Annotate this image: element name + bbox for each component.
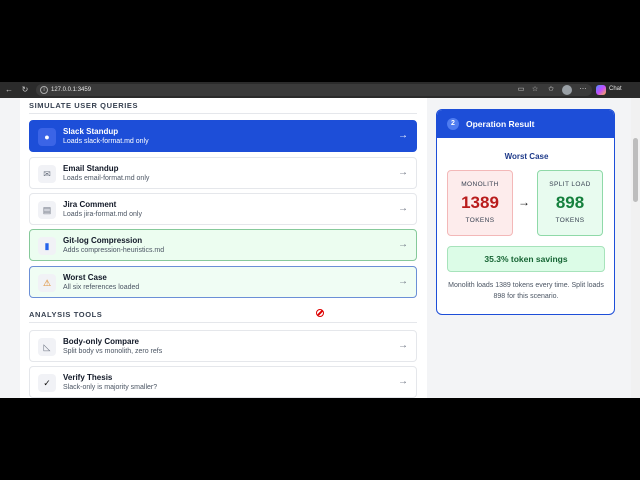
- result-header: 2 Operation Result: [437, 110, 614, 138]
- site-info-icon[interactable]: i: [40, 86, 48, 94]
- chat-bubble-icon: ●: [38, 128, 56, 146]
- query-email-standup[interactable]: ✉ Email Standup Loads email-format.md on…: [29, 157, 417, 189]
- operation-result-card: 2 Operation Result Worst Case MONOLITH 1…: [436, 109, 615, 315]
- item-title: Worst Case: [63, 273, 107, 282]
- url-text: 127.0.0.1:3459: [51, 87, 92, 93]
- profile-avatar[interactable]: [562, 85, 572, 95]
- warning-icon: ⚠: [38, 274, 56, 292]
- clipboard-icon: ▤: [38, 201, 56, 219]
- item-subtitle: Loads jira-format.md only: [63, 211, 142, 218]
- item-subtitle: Slack-only is majority smaller?: [63, 384, 158, 391]
- query-slack-standup[interactable]: ● Slack Standup Loads slack-format.md on…: [29, 120, 417, 152]
- result-note: Monolith loads 1389 tokens every time. S…: [448, 282, 604, 300]
- item-subtitle: Split body vs monolith, zero refs: [63, 348, 163, 355]
- more-menu-icon[interactable]: ⋯: [578, 85, 588, 95]
- query-git-log-compression[interactable]: ▮ Git-log Compression Adds compression-h…: [29, 229, 417, 261]
- arrow-right-icon: →: [518, 195, 530, 209]
- item-title: Jira Comment: [63, 200, 117, 209]
- monolith-label: MONOLITH: [461, 181, 499, 188]
- tool-verify-thesis[interactable]: ✓ Verify Thesis Slack-only is majority s…: [29, 366, 417, 398]
- simulate-heading: SIMULATE USER QUERIES: [29, 101, 139, 110]
- arrow-right-icon: →: [398, 130, 408, 141]
- item-title: Git-log Compression: [63, 236, 143, 245]
- monolith-value: 1389: [461, 193, 499, 212]
- savings-badge: 35.3% token savings: [447, 246, 605, 272]
- item-title: Verify Thesis: [63, 373, 113, 382]
- arrow-right-icon: →: [398, 239, 408, 250]
- arrow-right-icon: →: [398, 340, 408, 351]
- browser-toolbar: ← ↻ i 127.0.0.1:3459 ▭ ☆ ✩ ⋯ Chat: [0, 82, 640, 98]
- analysis-heading: ANALYSIS TOOLS: [29, 310, 103, 319]
- checkmark-icon: ✓: [38, 374, 56, 392]
- reader-mode-icon[interactable]: ▭: [516, 85, 526, 95]
- back-icon[interactable]: ←: [4, 85, 14, 95]
- split-value: 898: [555, 193, 585, 212]
- arrow-right-icon: →: [398, 276, 408, 287]
- item-title: Slack Standup: [63, 127, 119, 136]
- item-subtitle: Loads email-format.md only: [63, 175, 150, 182]
- result-title: Operation Result: [466, 119, 535, 129]
- envelope-icon: ✉: [38, 165, 56, 183]
- address-bar[interactable]: i 127.0.0.1:3459: [36, 84, 592, 96]
- ruler-icon: ◺: [38, 338, 56, 356]
- item-subtitle: Adds compression-heuristics.md: [63, 247, 165, 254]
- arrow-right-icon: →: [398, 203, 408, 214]
- arrow-right-icon: →: [398, 167, 408, 178]
- item-title: Body-only Compare: [63, 337, 140, 346]
- page-scrollbar[interactable]: [631, 98, 640, 398]
- monolith-box: MONOLITH 1389 TOKENS: [447, 170, 513, 236]
- item-title: Email Standup: [63, 164, 119, 173]
- scrollbar-thumb[interactable]: [633, 138, 638, 202]
- tool-body-only-compare[interactable]: ◺ Body-only Compare Split body vs monoli…: [29, 330, 417, 362]
- refresh-icon[interactable]: ↻: [20, 85, 30, 95]
- item-subtitle: Loads slack-format.md only: [63, 138, 149, 145]
- tokens-unit: TOKENS: [555, 217, 585, 224]
- favorite-star-icon[interactable]: ☆: [530, 85, 540, 95]
- query-worst-case[interactable]: ⚠ Worst Case All six references loaded →: [29, 266, 417, 298]
- divider: [29, 113, 417, 114]
- step-badge: 2: [447, 118, 459, 130]
- item-subtitle: All six references loaded: [63, 284, 140, 291]
- tokens-unit: TOKENS: [465, 217, 495, 224]
- arrow-right-icon: →: [398, 376, 408, 387]
- not-allowed-cursor-icon: [316, 309, 324, 317]
- split-load-box: SPLIT LOAD 898 TOKENS: [537, 170, 603, 236]
- copilot-icon[interactable]: [596, 85, 606, 95]
- query-jira-comment[interactable]: ▤ Jira Comment Loads jira-format.md only…: [29, 193, 417, 225]
- divider: [29, 322, 417, 323]
- browser-window: ← ↻ i 127.0.0.1:3459 ▭ ☆ ✩ ⋯ Chat SIMULA…: [0, 82, 640, 398]
- chat-label[interactable]: Chat: [609, 86, 622, 92]
- scenario-name: Worst Case: [504, 152, 549, 161]
- bar-chart-icon: ▮: [38, 237, 56, 255]
- split-label: SPLIT LOAD: [549, 181, 591, 188]
- favorites-icon[interactable]: ✩: [546, 85, 556, 95]
- page-content: SIMULATE USER QUERIES ● Slack Standup Lo…: [0, 98, 640, 398]
